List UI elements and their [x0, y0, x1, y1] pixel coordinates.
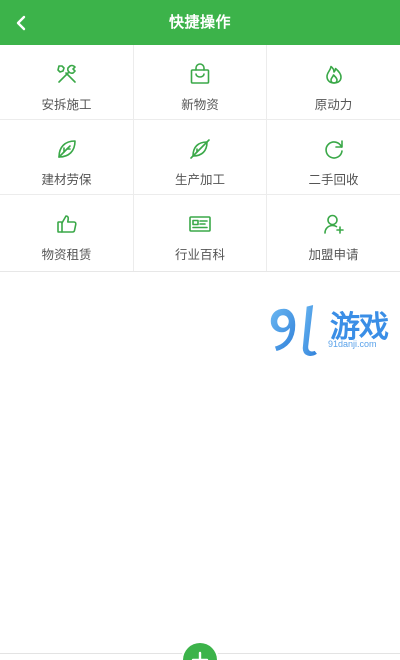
- grid-item-label: 行业百科: [174, 247, 225, 262]
- grid-item-rental[interactable]: 物资租赁: [0, 195, 134, 271]
- leaf-slash-icon: [187, 136, 213, 162]
- grid-item-label: 原动力: [314, 97, 353, 112]
- top-bar: 快捷操作: [0, 0, 400, 45]
- tools-icon: [54, 61, 80, 87]
- watermark-url: 91danji.com: [328, 339, 377, 349]
- leaf-icon: [54, 136, 80, 162]
- quick-actions-grid: 安拆施工 新物资 原动力 建材劳保 生产加工 二手回收 物资租赁 行业百科 加盟…: [0, 45, 400, 272]
- add-button-circle: [183, 643, 217, 660]
- grid-item-join-application[interactable]: 加盟申请: [267, 195, 400, 271]
- grid-item-label: 加盟申请: [308, 247, 359, 262]
- grid-item-new-materials[interactable]: 新物资: [134, 45, 267, 120]
- app-screen: 快捷操作 安拆施工 新物资 原动力 建材劳保 生产加工 二手回收 物资租赁 行业…: [0, 0, 400, 660]
- grid-item-label: 二手回收: [308, 172, 359, 187]
- grid-item-install-demolish[interactable]: 安拆施工: [0, 45, 134, 120]
- refresh-icon: [321, 136, 347, 162]
- grid-item-label: 安拆施工: [41, 97, 92, 112]
- flame-icon: [321, 61, 347, 87]
- add-user-icon: [321, 211, 347, 237]
- grid-item-label: 新物资: [181, 97, 219, 112]
- grid-item-industry-wiki[interactable]: 行业百科: [134, 195, 267, 271]
- watermark-logo: 游戏 91danji.com: [266, 302, 400, 360]
- add-button[interactable]: [181, 641, 219, 660]
- thumbs-up-icon: [54, 211, 80, 237]
- grid-item-building-materials[interactable]: 建材劳保: [0, 120, 134, 195]
- shopping-bag-icon: [187, 61, 213, 87]
- grid-item-motive-power[interactable]: 原动力: [267, 45, 400, 120]
- grid-item-label: 物资租赁: [41, 247, 92, 262]
- grid-item-second-hand-recycling[interactable]: 二手回收: [267, 120, 400, 195]
- id-card-icon: [187, 211, 213, 237]
- page-title: 快捷操作: [168, 13, 231, 31]
- grid-item-label: 建材劳保: [41, 172, 92, 187]
- plus-icon: [191, 651, 209, 660]
- grid-item-production[interactable]: 生产加工: [134, 120, 267, 195]
- grid-item-label: 生产加工: [174, 172, 225, 187]
- logo-91-icon: [269, 303, 320, 358]
